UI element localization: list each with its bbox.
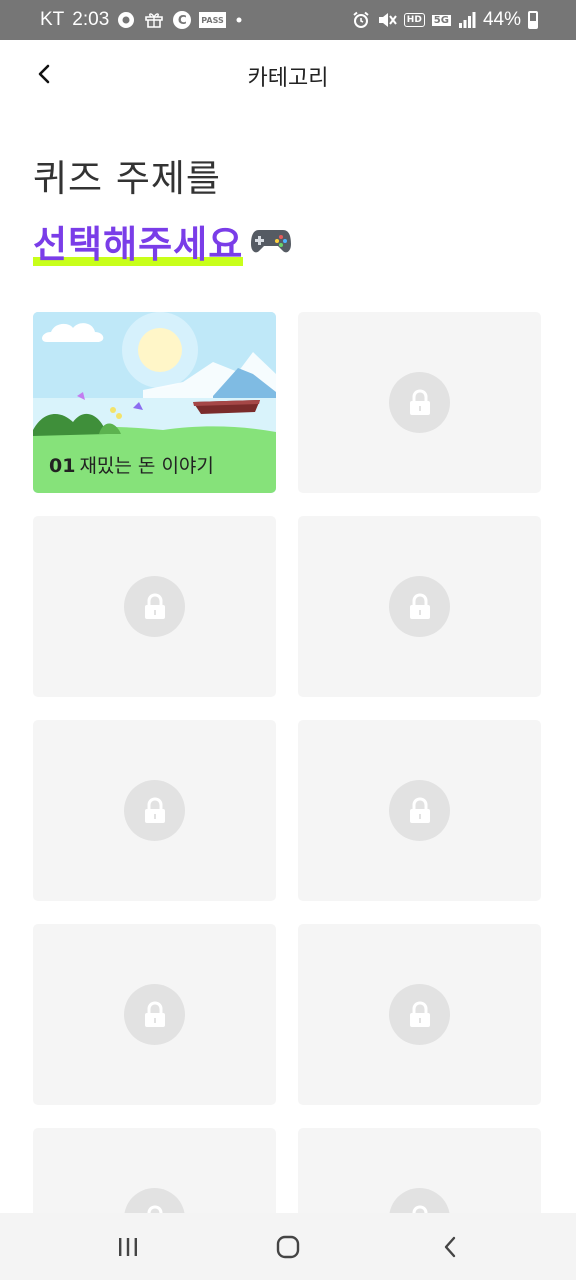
headline-line2: 선택해주세요: [33, 214, 293, 268]
lock-icon: [144, 592, 165, 619]
lock-icon: [409, 592, 430, 619]
c-circle-icon: C: [173, 11, 192, 29]
dot-icon: [234, 15, 244, 25]
gift-icon: [143, 11, 165, 29]
alarm-icon: [352, 11, 370, 29]
category-card-locked[interactable]: [298, 516, 541, 697]
network-label: 5G: [431, 14, 451, 26]
recent-apps-button[interactable]: [108, 1229, 148, 1265]
category-card-locked[interactable]: [298, 312, 541, 493]
home-button[interactable]: [268, 1229, 308, 1265]
status-right: HD 5G 44%: [352, 0, 538, 40]
card-label: 01 재밌는 돈 이야기: [49, 451, 214, 478]
category-grid: 01 재밌는 돈 이야기: [33, 312, 541, 1280]
category-card-locked[interactable]: [33, 516, 276, 697]
hd-label: HD: [403, 13, 425, 27]
pass-icon: PASS: [199, 12, 226, 28]
card-title: 재밌는 돈 이야기: [79, 455, 214, 477]
status-bar: KT 2:03 C PASS HD 5G 44%: [0, 0, 576, 40]
category-card-locked[interactable]: [298, 720, 541, 901]
headline: 퀴즈 주제를 선택해주세요: [33, 148, 293, 268]
back-icon: [444, 1236, 456, 1258]
hd-icon: HD: [403, 13, 425, 27]
category-card-locked[interactable]: [33, 924, 276, 1105]
5g-icon: 5G: [431, 14, 451, 26]
lock-badge: [389, 576, 450, 637]
lock-badge: [389, 780, 450, 841]
lock-badge: [124, 576, 185, 637]
app-header: 카테고리: [0, 40, 576, 108]
category-card-locked[interactable]: [298, 924, 541, 1105]
headline-accent: 선택해주세요: [33, 223, 244, 266]
lock-badge: [389, 372, 450, 433]
highlight-wrap: 선택해주세요: [33, 214, 244, 268]
card-number: 01: [49, 455, 76, 477]
recent-apps-icon: [119, 1238, 137, 1256]
nav-back-button[interactable]: [430, 1229, 470, 1265]
circle-dot-icon: [117, 11, 135, 29]
battery-icon: [528, 11, 538, 29]
headline-line1: 퀴즈 주제를: [33, 157, 221, 200]
signal-icon: [458, 11, 476, 29]
category-card-locked[interactable]: [33, 720, 276, 901]
battery-percent: 44%: [482, 9, 521, 30]
category-card-01[interactable]: 01 재밌는 돈 이야기: [33, 312, 276, 493]
lock-badge: [389, 984, 450, 1045]
status-left: KT 2:03 C PASS: [40, 0, 244, 40]
home-icon: [276, 1235, 300, 1259]
lock-icon: [409, 388, 430, 415]
page-title: 카테고리: [247, 66, 329, 91]
lock-icon: [144, 1000, 165, 1027]
lock-icon: [409, 796, 430, 823]
mute-icon: [377, 11, 397, 29]
lock-badge: [124, 984, 185, 1045]
lock-badge: [124, 780, 185, 841]
carrier-label: KT: [40, 9, 65, 30]
gamepad-icon: [251, 230, 292, 253]
lock-icon: [409, 1000, 430, 1027]
lock-icon: [144, 796, 165, 823]
system-nav-bar: [0, 1213, 576, 1280]
clock: 2:03: [72, 9, 110, 30]
